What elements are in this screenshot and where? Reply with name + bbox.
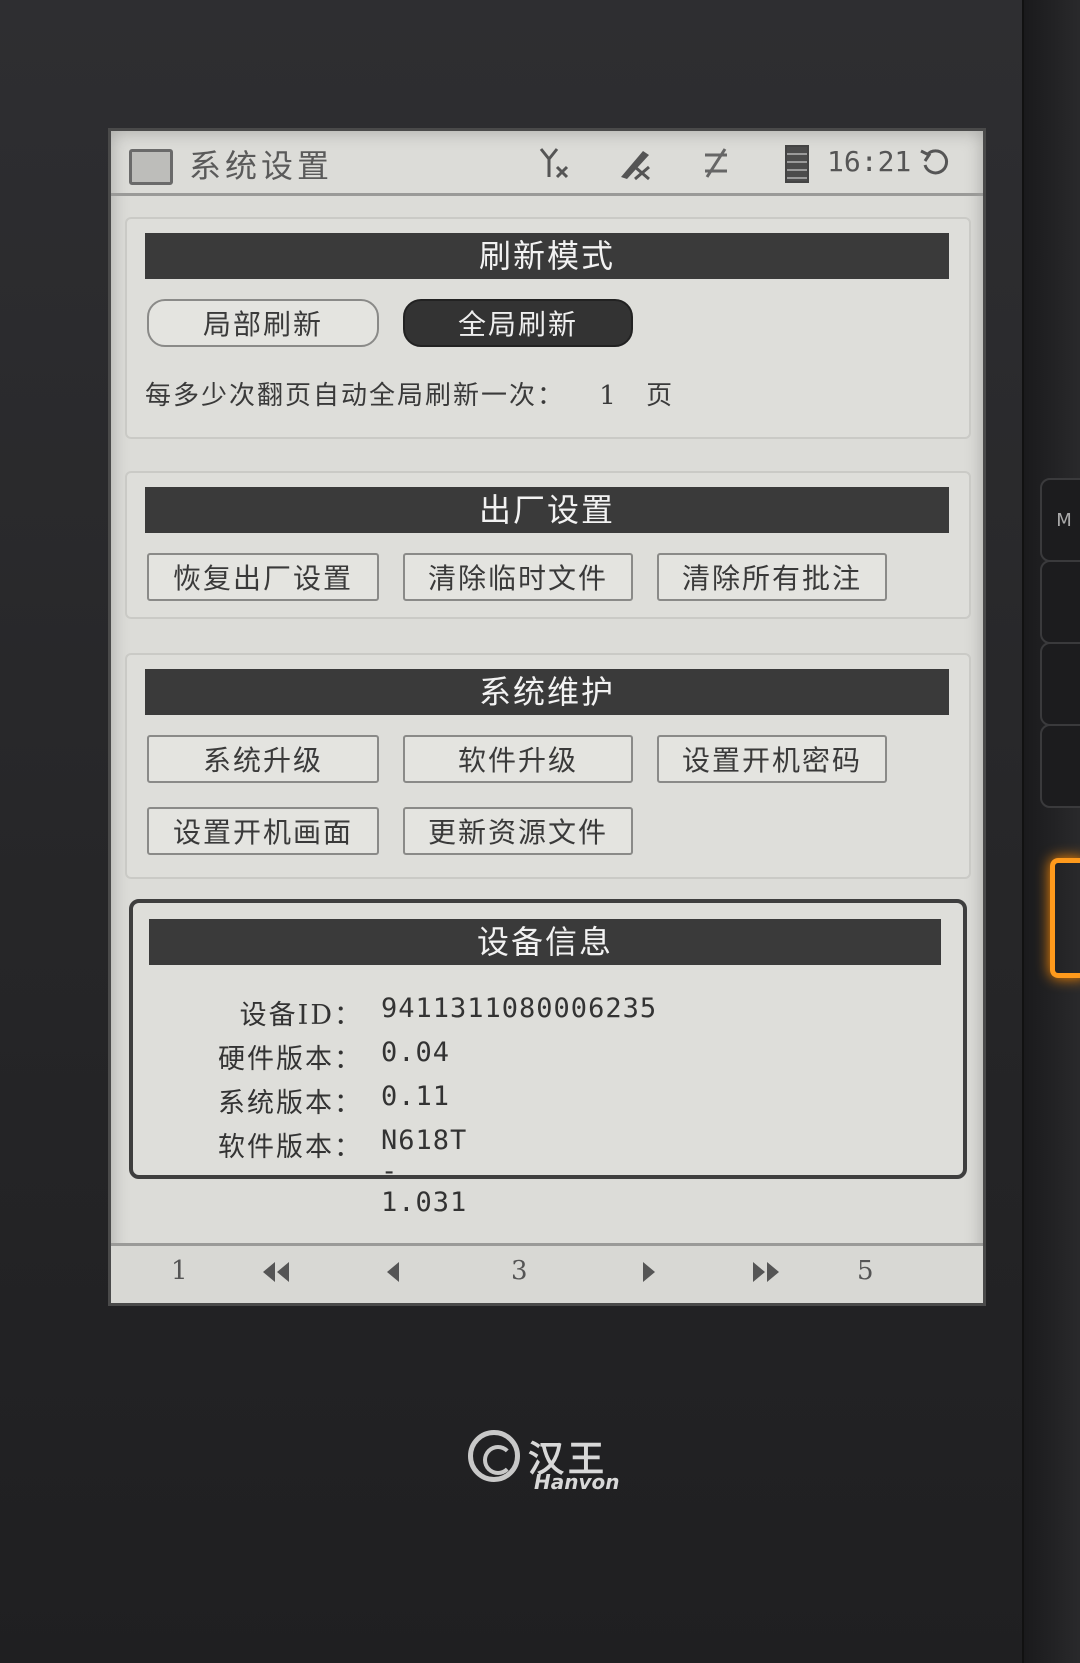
brand-en: Hanvon <box>534 1470 620 1494</box>
factory-settings-header: 出厂设置 <box>145 487 949 533</box>
eink-screen: 系统设置 16:21 刷新模式 局部刷新 全局刷新 每多少次翻页自动全局刷新一次… <box>108 128 986 1306</box>
system-maintenance-header: 系统维护 <box>145 669 949 715</box>
hanvon-logo: 汉王 Hanvon <box>468 1430 620 1494</box>
clear-annotations-button[interactable]: 清除所有批注 <box>657 553 887 601</box>
software-version-value: N618T - 1.031 <box>381 1125 468 1218</box>
software-version-label: 软件版本： <box>218 1132 363 1163</box>
clock: 16:21 <box>827 145 912 178</box>
page-title: 系统设置 <box>189 147 334 185</box>
refresh-mode-header: 刷新模式 <box>145 233 949 279</box>
set-boot-password-button[interactable]: 设置开机密码 <box>657 735 887 783</box>
battery-icon <box>785 145 809 183</box>
side-button-3[interactable] <box>1040 642 1080 726</box>
prev-page-icon[interactable] <box>385 1260 403 1291</box>
device-info-section: 设备信息 设备ID： 9411311080006235 硬件版本： 0.04 系… <box>129 899 967 1218</box>
hanvon-logo-icon <box>468 1430 520 1482</box>
last-page-icon[interactable] <box>751 1260 781 1291</box>
factory-reset-button[interactable]: 恢复出厂设置 <box>147 553 379 601</box>
clear-temp-files-button[interactable]: 清除临时文件 <box>403 553 633 601</box>
side-panel <box>1022 0 1080 1663</box>
sync-off-icon <box>701 145 731 189</box>
refresh-icon[interactable] <box>919 145 953 187</box>
full-refresh-button[interactable]: 全局刷新 <box>403 299 633 347</box>
page-turn-light-button[interactable] <box>1050 858 1080 978</box>
system-maintenance-section: 系统维护 系统升级 软件升级 设置开机密码 设置开机画面 更新资源文件 <box>125 653 971 879</box>
refresh-interval-label: 每多少次翻页自动全局刷新一次： <box>145 381 566 411</box>
pen-off-icon <box>615 145 655 189</box>
current-page-number: 3 <box>511 1256 528 1286</box>
update-resources-button[interactable]: 更新资源文件 <box>403 807 633 855</box>
next-page-icon[interactable] <box>639 1260 657 1291</box>
antenna-off-icon <box>535 145 571 189</box>
device-info-header: 设备信息 <box>149 919 941 965</box>
hardware-version-value: 0.04 <box>381 1037 451 1068</box>
document-icon[interactable] <box>129 149 173 185</box>
refresh-interval-value[interactable]: 1 <box>599 381 618 411</box>
device-id-label: 设备ID： <box>239 1000 363 1031</box>
first-page-icon[interactable] <box>261 1260 291 1291</box>
pagination-bar: 1 3 5 <box>111 1243 983 1303</box>
hardware-version-label: 硬件版本： <box>218 1044 363 1075</box>
system-upgrade-button[interactable]: 系统升级 <box>147 735 379 783</box>
partial-refresh-button[interactable]: 局部刷新 <box>147 299 379 347</box>
refresh-interval-row: 每多少次翻页自动全局刷新一次： 1 页 <box>145 375 674 412</box>
last-page-number[interactable]: 5 <box>857 1256 874 1286</box>
menu-side-button[interactable]: M <box>1040 478 1080 562</box>
system-version-value: 0.11 <box>381 1081 451 1112</box>
system-version-label: 系统版本： <box>218 1088 363 1119</box>
status-bar: 系统设置 16:21 <box>111 131 983 196</box>
side-button-4[interactable] <box>1040 724 1080 808</box>
device-id-value: 9411311080006235 <box>381 993 658 1024</box>
factory-settings-section: 出厂设置 恢复出厂设置 清除临时文件 清除所有批注 <box>125 471 971 619</box>
refresh-mode-section: 刷新模式 局部刷新 全局刷新 每多少次翻页自动全局刷新一次： 1 页 <box>125 217 971 439</box>
set-boot-screen-button[interactable]: 设置开机画面 <box>147 807 379 855</box>
side-button-2[interactable] <box>1040 560 1080 644</box>
ereader-device: M 系统设置 16:21 刷新模式 局部刷新 全局刷新 每多少次翻页自动全局刷新… <box>0 0 1080 1663</box>
menu-side-button-label: M <box>1056 509 1072 531</box>
refresh-interval-unit: 页 <box>646 381 675 411</box>
software-upgrade-button[interactable]: 软件升级 <box>403 735 633 783</box>
first-page-number[interactable]: 1 <box>171 1256 188 1286</box>
